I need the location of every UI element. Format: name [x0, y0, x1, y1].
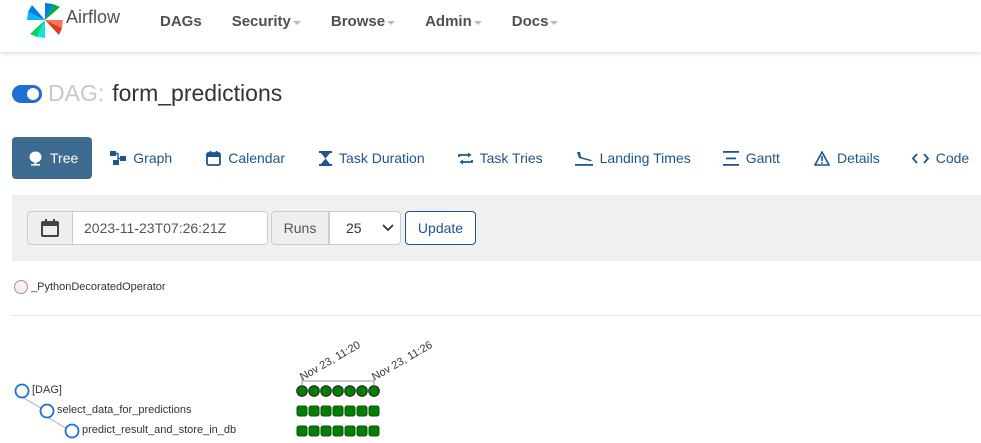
task-instance-square[interactable] [356, 425, 368, 437]
tab-graph[interactable]: Graph [110, 137, 172, 179]
runs-label: Runs [271, 211, 329, 245]
brand[interactable]: Airflow [26, 2, 120, 38]
tab-graph-label: Graph [133, 150, 173, 166]
task-instance-square[interactable] [368, 425, 380, 437]
task-instance-square[interactable] [308, 425, 320, 437]
operator-color-swatch [14, 280, 28, 294]
calendar-icon [206, 150, 222, 166]
gantt-icon [722, 150, 739, 166]
nav-docs[interactable]: Docs [512, 13, 559, 30]
nav-browse[interactable]: Browse [330, 13, 396, 30]
dag-run-circle[interactable] [296, 385, 308, 397]
tab-tree-label: Tree [50, 150, 79, 166]
tab-calendar-label: Calendar [228, 150, 286, 166]
landing-icon [574, 151, 593, 166]
task-instance-square[interactable] [320, 405, 332, 417]
operator-legend-label: _PythonDecoratedOperator [31, 281, 166, 293]
dag-prefix: DAG: [48, 80, 105, 106]
base-date-calendar-button[interactable] [27, 211, 73, 245]
nav-browse-label: Browse [330, 13, 386, 30]
nav-security-label: Security [231, 13, 291, 30]
task-instance-square[interactable] [368, 405, 380, 417]
tab-calendar[interactable]: Calendar [206, 137, 285, 179]
filter-bar: Runs 25 Update [12, 195, 981, 261]
tab-task-tries[interactable]: Task Tries [457, 137, 543, 179]
dag-title: DAG: form_predictions [12, 80, 282, 107]
task-instance-square[interactable] [344, 425, 356, 437]
toggle-knob [27, 87, 39, 100]
runs-select[interactable]: 25 [329, 211, 401, 245]
calendar-icon [41, 219, 59, 237]
tab-gantt-label: Gantt [745, 150, 780, 166]
task-instance-square[interactable] [308, 405, 320, 417]
hourglass-icon [319, 150, 333, 166]
tab-details-label: Details [836, 150, 880, 166]
warning-icon [813, 150, 830, 166]
tab-tree[interactable]: Tree [12, 137, 93, 179]
tab-landing-times-label: Landing Times [599, 150, 691, 166]
dag-run-circle[interactable] [356, 385, 368, 397]
task-node-circle[interactable] [39, 403, 55, 419]
tab-details[interactable]: Details [813, 137, 880, 179]
tab-landing-times[interactable]: Landing Times [574, 137, 691, 179]
dag-name: form_predictions [112, 80, 283, 106]
task-instance-square[interactable] [356, 405, 368, 417]
task-node-circle[interactable] [64, 423, 80, 439]
caret-down-icon [550, 20, 559, 25]
nav-security[interactable]: Security [232, 13, 301, 30]
dag-run-circle[interactable] [320, 385, 332, 397]
airflow-logo-icon [27, 3, 63, 38]
tab-code-label: Code [935, 150, 970, 166]
dag-run-circle[interactable] [332, 385, 344, 397]
retry-icon [457, 152, 473, 164]
dag-node-circle[interactable] [14, 383, 30, 399]
dag-run-circle[interactable] [344, 385, 356, 397]
main-nav: DAGs Security Browse Admin Docs [160, 13, 588, 30]
brand-name: Airflow [66, 6, 121, 27]
nav-dags-label: DAGs [160, 13, 202, 30]
tab-code[interactable]: Code [911, 137, 970, 179]
caret-down-icon [292, 20, 301, 25]
caret-down-icon [473, 20, 482, 25]
nav-admin-label: Admin [425, 13, 472, 30]
dag-run-circle[interactable] [368, 385, 380, 397]
base-date-input[interactable] [72, 211, 268, 245]
top-navbar: Airflow DAGs Security Browse Admin Docs [0, 0, 981, 52]
tree-node-label-task[interactable]: predict_result_and_store_in_db [82, 424, 236, 436]
tab-task-tries-label: Task Tries [479, 150, 543, 166]
nav-admin[interactable]: Admin [425, 13, 482, 30]
graph-icon [110, 151, 127, 165]
task-instance-square[interactable] [344, 405, 356, 417]
code-icon [911, 152, 929, 164]
tab-gantt[interactable]: Gantt [722, 137, 780, 179]
tree-icon [29, 151, 42, 166]
dag-pause-toggle[interactable] [12, 84, 42, 103]
nav-dags[interactable]: DAGs [160, 13, 202, 30]
tab-task-duration[interactable]: Task Duration [319, 137, 425, 179]
nav-docs-label: Docs [511, 13, 549, 30]
divider [12, 315, 981, 316]
tree-node-label-task[interactable]: select_data_for_predictions [57, 404, 192, 416]
task-instance-square[interactable] [320, 425, 332, 437]
task-instance-square[interactable] [296, 405, 308, 417]
tab-task-duration-label: Task Duration [339, 150, 425, 166]
update-button[interactable]: Update [405, 211, 476, 245]
dag-run-circle[interactable] [308, 385, 320, 397]
tree-view: Nov 23, 11:20 Nov 23, 11:26 [DAG] select… [0, 325, 981, 443]
chevron-down-icon [382, 224, 394, 232]
task-instance-square[interactable] [296, 425, 308, 437]
tree-node-label-dag[interactable]: [DAG] [32, 384, 62, 396]
runs-select-value: 25 [346, 220, 362, 236]
operator-legend: _PythonDecoratedOperator [14, 280, 166, 294]
task-instance-square[interactable] [332, 405, 344, 417]
view-tabs: Tree Graph Calendar Task Duration Task T… [12, 137, 969, 179]
caret-down-icon [387, 20, 396, 25]
task-instance-square[interactable] [332, 425, 344, 437]
